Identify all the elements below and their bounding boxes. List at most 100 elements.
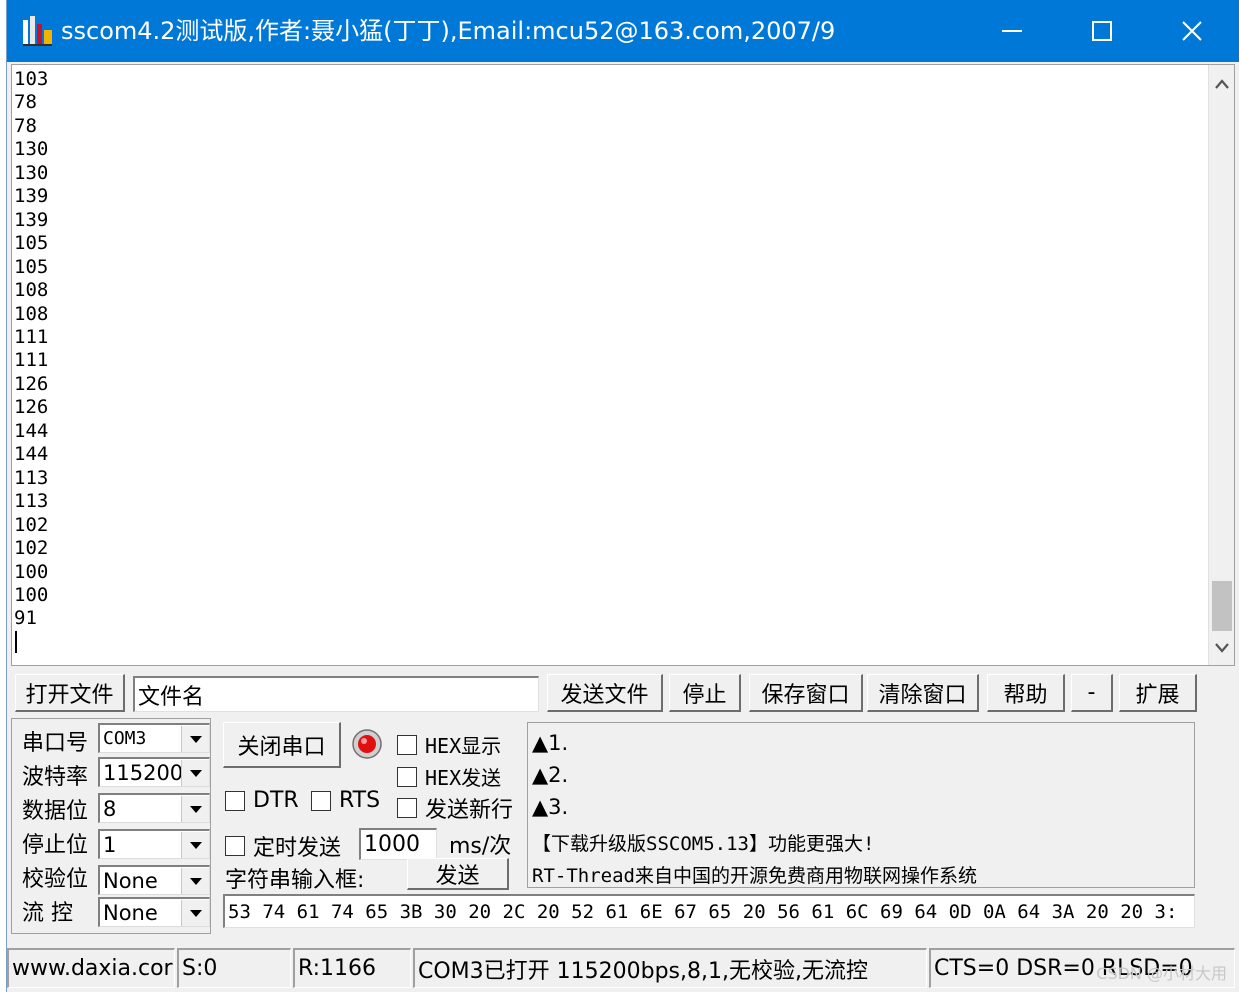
stopbits-select[interactable]: 1 — [98, 829, 210, 859]
dtr-checkbox[interactable] — [225, 790, 245, 811]
send-button[interactable]: 发送 — [407, 858, 509, 890]
baud-value: 115200 — [103, 760, 181, 785]
output-line: 113 — [14, 466, 49, 489]
port-select[interactable]: COM3 — [98, 723, 210, 753]
output-line: 108 — [14, 302, 49, 325]
flow-value: None — [103, 900, 158, 925]
baud-label: 波特率 — [22, 765, 89, 790]
close-button[interactable] — [1147, 0, 1237, 62]
output-line: 105 — [14, 255, 49, 278]
file-name-field[interactable]: 文件名 — [133, 676, 539, 712]
timed-send-label: 定时发送 — [253, 836, 342, 861]
expand-button[interactable]: 扩展 — [1119, 674, 1197, 712]
output-line: 78 — [14, 91, 37, 114]
parity-select[interactable]: None — [98, 865, 210, 895]
output-line: 105 — [14, 232, 49, 255]
interval-unit: ms/次 — [449, 834, 512, 859]
stop-button[interactable]: 停止 — [669, 674, 741, 712]
minimize-icon — [1002, 30, 1022, 32]
output-line: 130 — [14, 161, 49, 184]
output-line: 111 — [14, 325, 49, 348]
chevron-up-icon — [1215, 79, 1229, 89]
dropdown-arrow-icon[interactable] — [181, 795, 209, 822]
maximize-icon — [1092, 21, 1112, 41]
hex-send-option[interactable]: HEX发送 — [397, 762, 501, 791]
status-website[interactable]: www.daxia.cor — [7, 948, 175, 988]
info-line-2: ▲2. — [532, 763, 569, 787]
serial-config-group: 串口号 COM3 波特率 115200 数据位 8 停止位 1 校验位 None… — [11, 718, 211, 934]
databits-label: 数据位 — [22, 799, 89, 824]
app-window: sscom4.2测试版,作者:聂小猛(丁丁),Email:mcu52@163.c… — [6, 0, 1239, 992]
output-line: 78 — [14, 114, 37, 137]
hex-send-checkbox[interactable] — [397, 766, 417, 787]
databits-value: 8 — [103, 796, 117, 821]
save-window-button[interactable]: 保存窗口 — [749, 674, 863, 712]
info-panel: ▲1. ▲2. ▲3. 【下载升级版SSCOM5.13】功能更强大! RT-Th… — [527, 722, 1195, 888]
dropdown-arrow-icon[interactable] — [181, 899, 209, 926]
hex-display-checkbox[interactable] — [397, 734, 417, 755]
help-button[interactable]: 帮助 — [987, 674, 1065, 712]
flow-select[interactable]: None — [98, 897, 210, 927]
interval-input[interactable]: 1000 — [359, 828, 437, 860]
output-line: 130 — [14, 138, 49, 161]
rts-checkbox[interactable] — [311, 790, 331, 811]
open-file-button[interactable]: 打开文件 — [15, 674, 125, 712]
baud-select[interactable]: 115200 — [98, 757, 210, 787]
close-icon — [1182, 21, 1202, 41]
window-title: sscom4.2测试版,作者:聂小猛(丁丁),Email:mcu52@163.c… — [61, 17, 836, 45]
collapse-button[interactable]: - — [1071, 674, 1113, 712]
app-icon — [23, 16, 52, 46]
receive-output[interactable]: 103 78 78 130 130 139 139 105 105 108 108 111 111 126… — [11, 64, 1235, 666]
hex-display-option[interactable]: HEX显示 — [397, 730, 501, 759]
info-line-1: ▲1. — [532, 731, 569, 755]
output-line: 100 — [14, 583, 49, 606]
parity-label: 校验位 — [22, 867, 89, 892]
timed-send-option[interactable]: 定时发送 — [225, 830, 341, 862]
output-line: 144 — [14, 443, 49, 466]
output-line: 103 — [14, 68, 49, 90]
maximize-button[interactable] — [1057, 0, 1147, 62]
input-label: 字符串输入框: — [225, 868, 365, 893]
minimize-button[interactable] — [967, 0, 1057, 62]
dtr-label: DTR — [253, 788, 299, 813]
dropdown-arrow-icon[interactable] — [181, 759, 209, 786]
dropdown-arrow-icon[interactable] — [181, 867, 209, 894]
output-line: 100 — [14, 560, 49, 583]
dropdown-arrow-icon[interactable] — [181, 725, 209, 752]
port-value: COM3 — [103, 728, 147, 749]
send-input[interactable]: 53 74 61 74 65 3B 30 20 2C 20 52 61 6E 6… — [223, 894, 1195, 928]
scroll-down-button[interactable] — [1209, 633, 1234, 663]
parity-value: None — [103, 868, 158, 893]
send-newline-option[interactable]: 发送新行 — [397, 792, 513, 824]
scroll-up-button[interactable] — [1209, 69, 1234, 99]
title-bar[interactable]: sscom4.2测试版,作者:聂小猛(丁丁),Email:mcu52@163.c… — [7, 0, 1239, 62]
rts-option[interactable]: RTS — [311, 788, 380, 813]
dropdown-arrow-icon[interactable] — [181, 831, 209, 858]
stopbits-value: 1 — [103, 832, 117, 857]
databits-select[interactable]: 8 — [98, 793, 210, 823]
status-sent-count: S:0 — [177, 948, 291, 988]
send-file-button[interactable]: 发送文件 — [547, 674, 663, 712]
status-bar: www.daxia.cor S:0 R:1166 COM3已打开 115200b… — [7, 946, 1239, 990]
upgrade-link[interactable]: 【下载升级版SSCOM5.13】功能更强大! — [532, 829, 874, 856]
status-received-count: R:1166 — [293, 948, 411, 988]
info-line-3: ▲3. — [532, 795, 569, 819]
timed-send-checkbox[interactable] — [225, 836, 245, 856]
watermark: CSDN @小材大用 — [1096, 964, 1227, 983]
rtthread-link[interactable]: RT-Thread来自中国的开源免费商用物联网操作系统 — [532, 861, 977, 888]
output-line: 139 — [14, 208, 49, 231]
dtr-option[interactable]: DTR — [225, 788, 299, 813]
status-lamp-icon — [352, 729, 382, 759]
output-line: 111 — [14, 349, 49, 372]
output-line: 144 — [14, 419, 49, 442]
scroll-thumb[interactable] — [1212, 581, 1232, 631]
close-port-button[interactable]: 关闭串口 — [223, 722, 341, 768]
send-newline-checkbox[interactable] — [397, 798, 417, 818]
output-line: 113 — [14, 490, 49, 513]
output-line: 91 — [14, 607, 37, 630]
clear-window-button[interactable]: 清除窗口 — [867, 674, 979, 712]
text-caret — [15, 630, 17, 653]
vertical-scrollbar[interactable] — [1208, 65, 1234, 665]
stopbits-label: 停止位 — [22, 833, 89, 858]
hex-send-label: HEX发送 — [425, 766, 502, 790]
